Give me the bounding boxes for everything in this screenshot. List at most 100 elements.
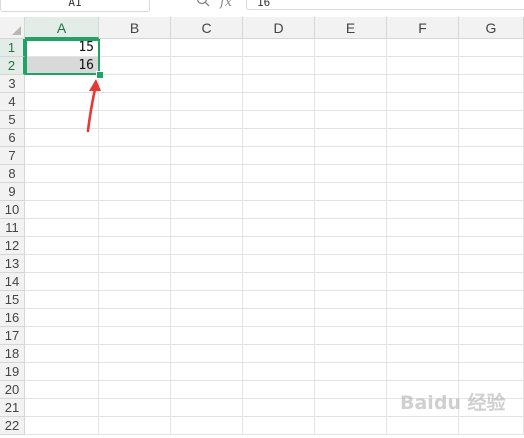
cell-g5[interactable] (459, 111, 524, 129)
cell-b7[interactable] (99, 147, 171, 165)
cell-c12[interactable] (171, 237, 243, 255)
cell-a19[interactable] (25, 363, 99, 381)
cell-e17[interactable] (315, 327, 387, 345)
cell-e19[interactable] (315, 363, 387, 381)
row-header-12[interactable]: 12 (0, 237, 25, 255)
row-header-22[interactable]: 22 (0, 417, 25, 435)
formula-input[interactable]: 16 (246, 0, 524, 10)
cell-c3[interactable] (171, 75, 243, 93)
row-header-6[interactable]: 6 (0, 129, 25, 147)
cell-d17[interactable] (243, 327, 315, 345)
cell-d13[interactable] (243, 255, 315, 273)
cell-e14[interactable] (315, 273, 387, 291)
cell-d4[interactable] (243, 93, 315, 111)
row-header-13[interactable]: 13 (0, 255, 25, 273)
cell-c15[interactable] (171, 291, 243, 309)
cell-c20[interactable] (171, 381, 243, 399)
cell-d21[interactable] (243, 399, 315, 417)
cell-d3[interactable] (243, 75, 315, 93)
cell-b5[interactable] (99, 111, 171, 129)
cell-a12[interactable] (25, 237, 99, 255)
cell-d22[interactable] (243, 417, 315, 435)
select-all-corner[interactable] (0, 17, 25, 39)
cell-g13[interactable] (459, 255, 524, 273)
cell-a18[interactable] (25, 345, 99, 363)
cell-b18[interactable] (99, 345, 171, 363)
cell-d18[interactable] (243, 345, 315, 363)
cell-g15[interactable] (459, 291, 524, 309)
cell-g6[interactable] (459, 129, 524, 147)
cell-c14[interactable] (171, 273, 243, 291)
cell-d2[interactable] (243, 57, 315, 75)
cell-a13[interactable] (25, 255, 99, 273)
cell-g16[interactable] (459, 309, 524, 327)
cell-b11[interactable] (99, 219, 171, 237)
cell-b13[interactable] (99, 255, 171, 273)
fx-icon[interactable]: fx (220, 0, 232, 10)
cell-g3[interactable] (459, 75, 524, 93)
cell-f21[interactable] (387, 399, 459, 417)
sheet-grid[interactable]: A B C D E F G 1 2 3 4 5 6 7 8 9 10 11 12 13 14 15 16 17 1… (0, 17, 524, 438)
cell-b3[interactable] (99, 75, 171, 93)
cell-g11[interactable] (459, 219, 524, 237)
cell-a7[interactable] (25, 147, 99, 165)
row-header-20[interactable]: 20 (0, 381, 25, 399)
search-icon[interactable] (196, 0, 210, 7)
cell-f6[interactable] (387, 129, 459, 147)
cell-d14[interactable] (243, 273, 315, 291)
cell-c9[interactable] (171, 183, 243, 201)
cell-b22[interactable] (99, 417, 171, 435)
cell-c6[interactable] (171, 129, 243, 147)
row-header-4[interactable]: 4 (0, 93, 25, 111)
row-header-5[interactable]: 5 (0, 111, 25, 129)
cell-f16[interactable] (387, 309, 459, 327)
cell-d8[interactable] (243, 165, 315, 183)
cell-a1[interactable]: 15 (25, 39, 99, 57)
cell-e4[interactable] (315, 93, 387, 111)
cell-e15[interactable] (315, 291, 387, 309)
cell-c19[interactable] (171, 363, 243, 381)
row-header-17[interactable]: 17 (0, 327, 25, 345)
column-header-d[interactable]: D (243, 17, 315, 39)
cell-e16[interactable] (315, 309, 387, 327)
cell-f8[interactable] (387, 165, 459, 183)
cell-d15[interactable] (243, 291, 315, 309)
column-header-b[interactable]: B (99, 17, 171, 39)
row-header-7[interactable]: 7 (0, 147, 25, 165)
cell-g4[interactable] (459, 93, 524, 111)
cell-c17[interactable] (171, 327, 243, 345)
row-header-18[interactable]: 18 (0, 345, 25, 363)
row-header-21[interactable]: 21 (0, 399, 25, 417)
row-header-1[interactable]: 1 (0, 39, 25, 57)
cell-e8[interactable] (315, 165, 387, 183)
column-header-e[interactable]: E (315, 17, 387, 39)
cell-e3[interactable] (315, 75, 387, 93)
cell-d10[interactable] (243, 201, 315, 219)
cell-a22[interactable] (25, 417, 99, 435)
cell-e13[interactable] (315, 255, 387, 273)
cell-d9[interactable] (243, 183, 315, 201)
cell-b14[interactable] (99, 273, 171, 291)
cell-b12[interactable] (99, 237, 171, 255)
cell-c4[interactable] (171, 93, 243, 111)
row-header-15[interactable]: 15 (0, 291, 25, 309)
cell-f4[interactable] (387, 93, 459, 111)
cell-e22[interactable] (315, 417, 387, 435)
cell-a17[interactable] (25, 327, 99, 345)
cell-g20[interactable] (459, 381, 524, 399)
cell-e1[interactable] (315, 39, 387, 57)
cell-e9[interactable] (315, 183, 387, 201)
cell-c16[interactable] (171, 309, 243, 327)
cell-e11[interactable] (315, 219, 387, 237)
cell-f2[interactable] (387, 57, 459, 75)
cell-c22[interactable] (171, 417, 243, 435)
cell-a16[interactable] (25, 309, 99, 327)
cell-a14[interactable] (25, 273, 99, 291)
cell-g22[interactable] (459, 417, 524, 435)
row-header-14[interactable]: 14 (0, 273, 25, 291)
cell-a10[interactable] (25, 201, 99, 219)
cell-f19[interactable] (387, 363, 459, 381)
cell-e10[interactable] (315, 201, 387, 219)
cell-e20[interactable] (315, 381, 387, 399)
cell-a21[interactable] (25, 399, 99, 417)
